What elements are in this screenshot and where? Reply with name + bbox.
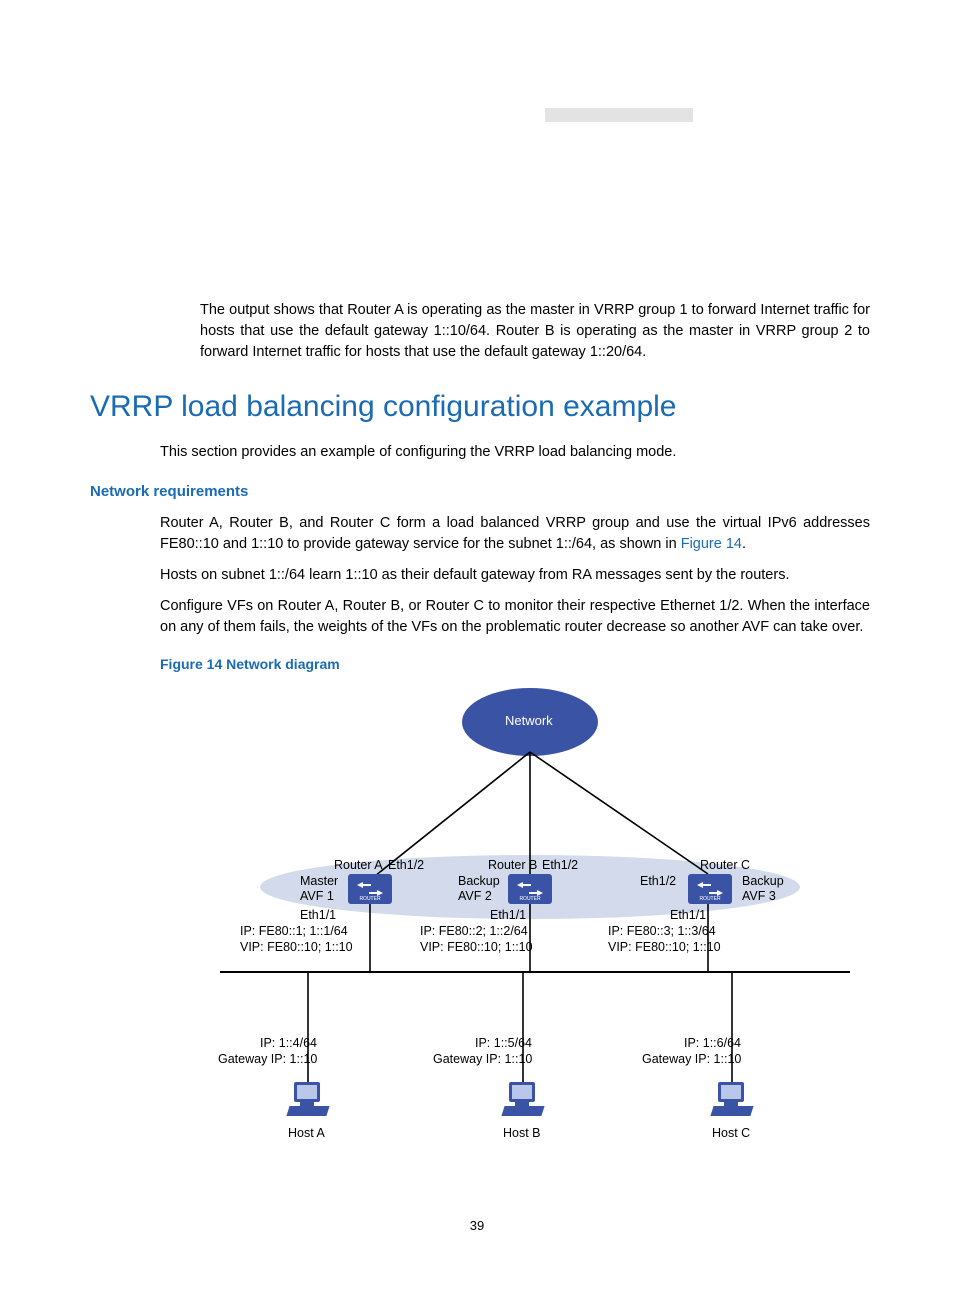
router-a-icon (348, 874, 392, 904)
router-b-eth-up: Eth1/2 (542, 856, 578, 874)
req-para-3: Configure VFs on Router A, Router B, or … (160, 596, 870, 638)
decorative-bar (545, 108, 693, 122)
req-para-1: Router A, Router B, and Router C form a … (160, 513, 870, 555)
req-para-1a: Router A, Router B, and Router C form a … (160, 515, 870, 552)
host-c-gw: Gateway IP: 1::10 (642, 1050, 741, 1068)
router-b-icon (508, 874, 552, 904)
router-b-vip: VIP: FE80::10; 1::10 (420, 938, 533, 956)
req-para-2: Hosts on subnet 1::/64 learn 1::10 as th… (160, 565, 870, 586)
host-c-name: Host C (712, 1124, 750, 1142)
network-label: Network (505, 712, 553, 731)
section-heading: VRRP load balancing configuration exampl… (90, 385, 870, 429)
network-diagram: Network Router A Eth1/2 Master AVF 1 Eth… (160, 682, 860, 1162)
router-a-avf: AVF 1 (300, 887, 334, 905)
intro-paragraph: The output shows that Router A is operat… (200, 300, 870, 363)
host-a-name: Host A (288, 1124, 325, 1142)
host-b-gw: Gateway IP: 1::10 (433, 1050, 532, 1068)
page-number: 39 (0, 1217, 954, 1236)
req-para-1b: . (742, 536, 746, 552)
host-a-gw: Gateway IP: 1::10 (218, 1050, 317, 1068)
heading-paragraph: This section provides an example of conf… (160, 442, 870, 463)
router-b-avf: AVF 2 (458, 887, 492, 905)
figure-caption: Figure 14 Network diagram (160, 654, 870, 674)
router-a-name: Router A (334, 856, 383, 874)
router-c-icon (688, 874, 732, 904)
host-a-icon (288, 1082, 328, 1118)
router-c-vip: VIP: FE80::10; 1::10 (608, 938, 721, 956)
router-a-eth-up: Eth1/2 (388, 856, 424, 874)
host-c-icon (712, 1082, 752, 1118)
network-requirements-title: Network requirements (90, 481, 870, 503)
page-content: The output shows that Router A is operat… (90, 285, 870, 1162)
host-b-name: Host B (503, 1124, 541, 1142)
router-c-eth-up: Eth1/2 (640, 872, 676, 890)
figure-14-link[interactable]: Figure 14 (681, 536, 742, 552)
router-c-avf: AVF 3 (742, 887, 776, 905)
router-a-vip: VIP: FE80::10; 1::10 (240, 938, 353, 956)
host-b-icon (503, 1082, 543, 1118)
